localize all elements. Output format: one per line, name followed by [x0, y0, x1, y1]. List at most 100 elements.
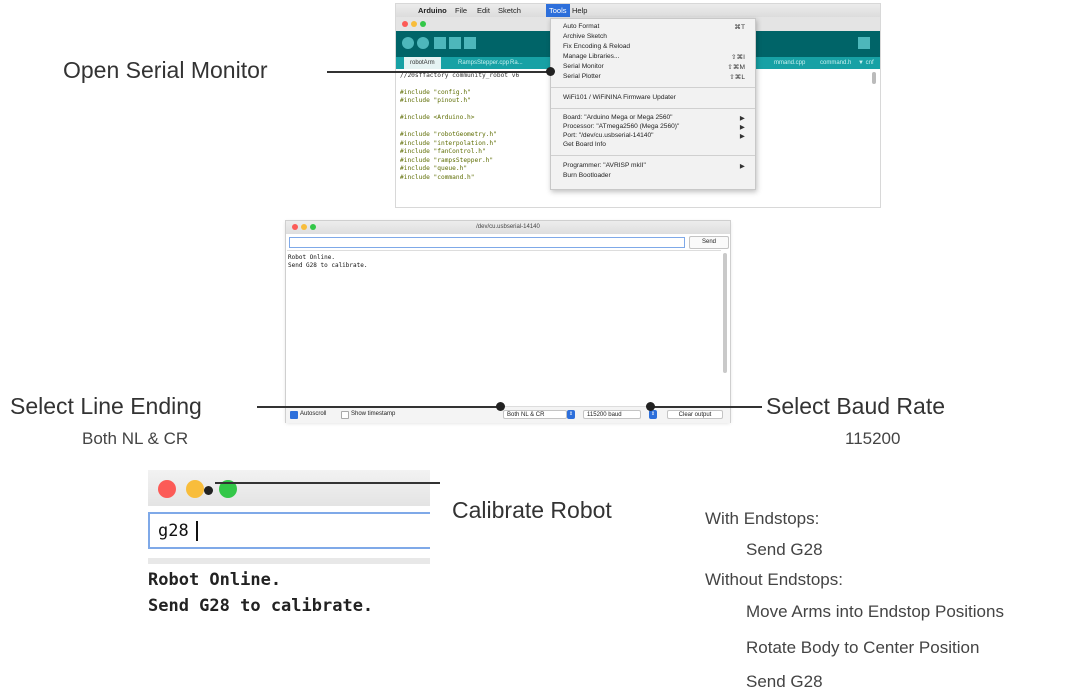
- clear-output-label: Clear output: [678, 412, 712, 418]
- menu-item-board[interactable]: Board: "Arduino Mega or Mega 2560": [563, 114, 673, 121]
- serial-monitor-icon[interactable]: [858, 37, 870, 49]
- tab-command-h[interactable]: command.h: [820, 57, 851, 69]
- menu-app[interactable]: Arduino: [418, 4, 447, 17]
- zoomed-divider: [148, 558, 430, 564]
- shortcut-label: ⇧⌘I: [731, 54, 745, 61]
- code-line: #include <Arduino.h>: [400, 114, 475, 121]
- menu-item-serial-plotter[interactable]: Serial Plotter: [563, 73, 601, 80]
- menu-item-auto-format[interactable]: Auto Format: [563, 23, 599, 30]
- tab-menu[interactable]: ▼ cnf: [858, 57, 874, 69]
- timestamp-label: Show timestamp: [351, 411, 396, 417]
- output-line: Robot Online.: [288, 254, 335, 261]
- shortcut-label: ⇧⌘M: [727, 64, 745, 71]
- serial-output-area: Robot Online. Send G28 to calibrate.: [287, 250, 721, 407]
- baud-rate-chevron-icon[interactable]: ⇕: [649, 410, 657, 419]
- menu-file[interactable]: File: [455, 4, 467, 17]
- menu-item-manage-libraries[interactable]: Manage Libraries...: [563, 53, 619, 60]
- menu-item-programmer[interactable]: Programmer: "AVRISP mkII": [563, 162, 646, 169]
- serial-scrollbar[interactable]: [723, 253, 727, 373]
- new-sketch-icon[interactable]: [434, 37, 446, 49]
- maximize-window-icon[interactable]: [420, 21, 426, 27]
- baud-rate-select[interactable]: 115200 baud: [583, 410, 641, 419]
- editor-scrollbar[interactable]: [872, 72, 876, 84]
- submenu-arrow-icon: ▶: [739, 124, 745, 131]
- minimize-window-icon[interactable]: [411, 21, 417, 27]
- text-cursor: [196, 521, 198, 541]
- minimize-window-icon[interactable]: [186, 480, 204, 498]
- note-send-g28: Send G28: [746, 540, 823, 559]
- callout-line: [654, 406, 762, 408]
- submenu-arrow-icon: ▶: [739, 163, 745, 170]
- menu-sketch[interactable]: Sketch: [498, 4, 521, 17]
- serial-input-field[interactable]: [289, 237, 685, 248]
- serial-title-bar: /dev/cu.usbserial-14140: [286, 221, 730, 234]
- close-window-icon[interactable]: [402, 21, 408, 27]
- menu-item-fix-encoding[interactable]: Fix Encoding & Reload: [563, 43, 630, 50]
- zoomed-output-line: Send G28 to calibrate.: [148, 596, 374, 616]
- line-ending-chevron-icon[interactable]: ⇕: [567, 410, 575, 419]
- timestamp-checkbox[interactable]: [341, 411, 349, 419]
- output-line: Send G28 to calibrate.: [288, 262, 368, 269]
- callout-line: [215, 482, 440, 484]
- code-line: //20sffactory community_robot v6: [400, 72, 520, 79]
- callout-dot: [546, 67, 555, 76]
- code-line: #include "fanControl.h": [400, 148, 486, 155]
- code-line: #include "queue.h": [400, 165, 468, 172]
- baud-rate-value-label: 115200: [845, 429, 901, 448]
- menu-item-archive-sketch[interactable]: Archive Sketch: [563, 33, 607, 40]
- note-with-endstops: With Endstops:: [705, 509, 820, 528]
- menu-bar: Arduino File Edit Sketch Tools Help: [396, 4, 880, 17]
- callout-dot: [204, 486, 213, 495]
- line-ending-select[interactable]: Both NL & CR: [503, 410, 567, 419]
- shortcut-label: ⇧⌘L: [729, 74, 745, 81]
- submenu-arrow-icon: ▶: [739, 115, 745, 122]
- upload-icon[interactable]: [417, 37, 429, 49]
- select-line-ending-label: Select Line Ending: [10, 393, 202, 419]
- calibrate-robot-label: Calibrate Robot: [452, 497, 612, 523]
- send-button[interactable]: Send: [689, 236, 729, 249]
- open-sketch-icon[interactable]: [449, 37, 461, 49]
- tab-rampsstepper-cpp[interactable]: RampsStepper.cpp: [458, 57, 509, 69]
- code-line: #include "config.h": [400, 89, 471, 96]
- serial-monitor-window: /dev/cu.usbserial-14140 Send Robot Onlin…: [286, 221, 730, 423]
- menu-item-processor[interactable]: Processor: "ATmega2560 (Mega 2560)": [563, 123, 679, 130]
- menu-divider: [551, 108, 755, 109]
- shortcut-label: ⌘T: [734, 24, 745, 31]
- close-window-icon[interactable]: [292, 224, 298, 230]
- verify-icon[interactable]: [402, 37, 414, 49]
- menu-item-serial-monitor[interactable]: Serial Monitor: [563, 63, 604, 70]
- callout-dot: [646, 402, 655, 411]
- maximize-window-icon[interactable]: [310, 224, 316, 230]
- tab-partial[interactable]: Ra...: [510, 57, 523, 69]
- menu-tools[interactable]: Tools: [546, 4, 570, 17]
- menu-help[interactable]: Help: [572, 4, 587, 17]
- tools-dropdown-menu: Auto Format ⌘T Archive Sketch Fix Encodi…: [550, 18, 756, 190]
- menu-item-firmware-updater[interactable]: WiFi101 / WiFiNINA Firmware Updater: [563, 94, 676, 101]
- tab-robotarm[interactable]: robotArm: [404, 57, 441, 69]
- zoomed-input-value: g28: [158, 521, 189, 541]
- clear-output-button[interactable]: Clear output: [667, 410, 723, 419]
- menu-divider: [551, 87, 755, 88]
- code-line: #include "robotGeometry.h": [400, 131, 497, 138]
- line-ending-value: Both NL & CR: [507, 412, 545, 418]
- menu-item-burn-bootloader[interactable]: Burn Bootloader: [563, 172, 611, 179]
- save-sketch-icon[interactable]: [464, 37, 476, 49]
- menu-edit[interactable]: Edit: [477, 4, 490, 17]
- select-baud-rate-label: Select Baud Rate: [766, 393, 946, 419]
- callout-line: [327, 71, 550, 73]
- serial-port-title: /dev/cu.usbserial-14140: [476, 224, 540, 230]
- line-ending-value-label: Both NL & CR: [82, 429, 189, 448]
- close-window-icon[interactable]: [158, 480, 176, 498]
- code-line: #include "pinout.h": [400, 97, 471, 104]
- minimize-window-icon[interactable]: [301, 224, 307, 230]
- zoomed-serial-input[interactable]: g28: [148, 512, 430, 549]
- autoscroll-checkbox[interactable]: [290, 411, 298, 419]
- menu-item-port[interactable]: Port: "/dev/cu.usbserial-14140": [563, 132, 653, 139]
- menu-item-board-info[interactable]: Get Board Info: [563, 141, 606, 148]
- tab-command-cpp[interactable]: mmand.cpp: [774, 57, 805, 69]
- zoomed-output-line: Robot Online.: [148, 570, 282, 590]
- note-without-endstops: Without Endstops:: [705, 570, 843, 589]
- callout-dot: [496, 402, 505, 411]
- code-line: #include "rampsStepper.h": [400, 157, 494, 164]
- submenu-arrow-icon: ▶: [739, 133, 745, 140]
